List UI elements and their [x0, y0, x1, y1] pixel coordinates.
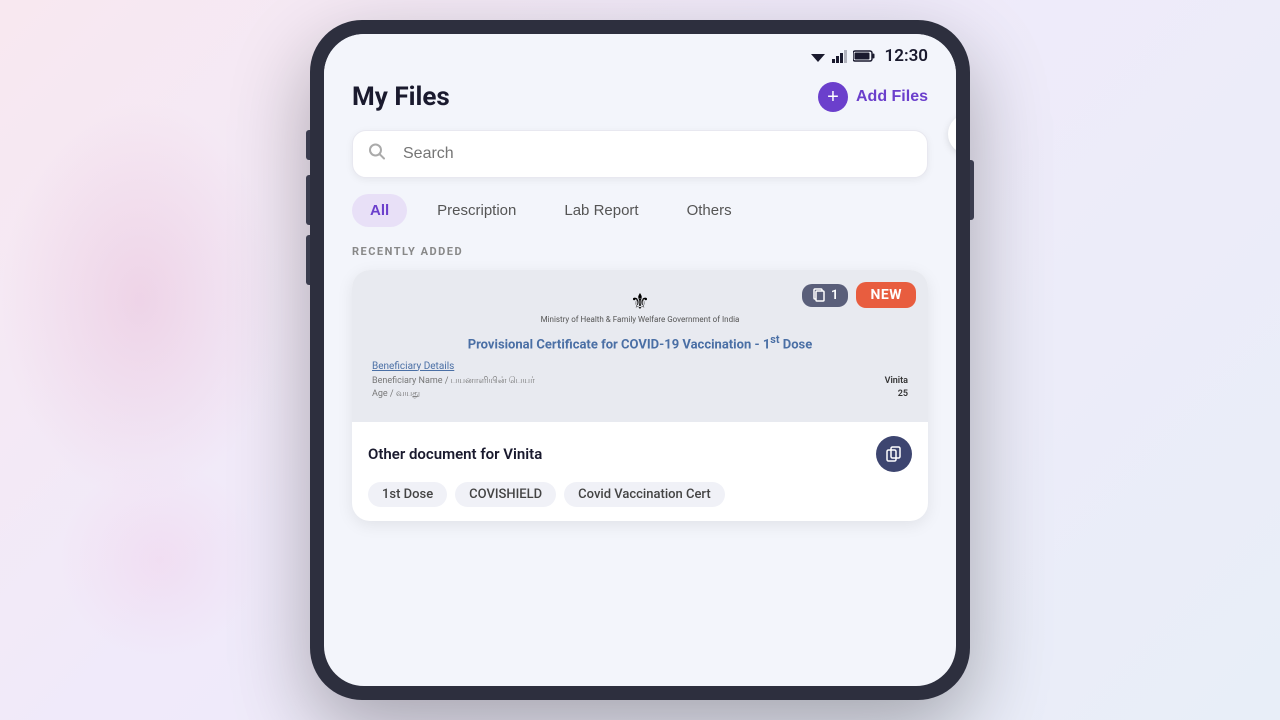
status-icons — [809, 49, 875, 63]
bg-decoration-left — [0, 100, 280, 500]
phone-screen: 12:30 My Files + Add Files — [324, 34, 956, 686]
filter-tab-others[interactable]: Others — [669, 194, 750, 227]
sort-filter-button[interactable] — [948, 114, 956, 154]
new-badge: NEW — [856, 282, 916, 308]
doc-info-header: Other document for Vinita — [368, 436, 912, 472]
filter-tab-all[interactable]: All — [352, 194, 407, 227]
filter-tabs: All Prescription Lab Report Others — [352, 194, 928, 227]
tag-1st-dose: 1st Dose — [368, 482, 447, 507]
tag-covishield: COVISHIELD — [455, 482, 556, 507]
add-files-label: Add Files — [856, 88, 928, 106]
battery-icon — [853, 50, 875, 62]
add-files-button[interactable]: + Add Files — [818, 82, 928, 112]
bg-decoration-bottom — [60, 460, 260, 660]
search-icon — [368, 143, 386, 166]
power-button — [970, 160, 974, 220]
doc-preview: 1 NEW ⚜ Ministry of Health & Family Welf… — [352, 270, 928, 422]
signal-icon — [832, 49, 848, 63]
volume-down-button — [306, 235, 310, 285]
copy-icon — [886, 446, 902, 462]
doc-info: Other document for Vinita 1st Dose COVIS… — [352, 422, 928, 521]
cert-title: Provisional Certificate for COVID-19 Vac… — [372, 333, 908, 352]
main-content: My Files + Add Files — [324, 74, 956, 686]
age-row: Age / வயது 25 — [372, 389, 908, 400]
age-value: 25 — [898, 389, 908, 400]
beneficiary-name-label: Beneficiary Name / பயனாளியின் பெயர் — [372, 376, 535, 387]
status-time: 12:30 — [885, 46, 928, 66]
doc-tags: 1st Dose COVISHIELD Covid Vaccination Ce… — [368, 482, 912, 507]
filter-tab-prescription[interactable]: Prescription — [419, 194, 534, 227]
ministry-name: Ministry of Health & Family Welfare Gove… — [541, 315, 740, 325]
tag-covid-cert: Covid Vaccination Cert — [564, 482, 725, 507]
pages-badge: 1 — [802, 284, 848, 307]
doc-title: Other document for Vinita — [368, 445, 542, 463]
copy-button[interactable] — [876, 436, 912, 472]
mute-button — [306, 130, 310, 160]
page-header: My Files + Add Files — [352, 82, 928, 112]
search-input[interactable] — [352, 130, 928, 178]
recently-added-label: RECENTLY ADDED — [352, 245, 928, 258]
beneficiary-name-row: Beneficiary Name / பயனாளியின் பெயர் Vini… — [372, 376, 908, 387]
volume-up-button — [306, 175, 310, 225]
pages-count: 1 — [831, 288, 838, 303]
filter-tab-lab-report[interactable]: Lab Report — [546, 194, 656, 227]
wifi-icon — [809, 49, 827, 63]
document-card[interactable]: 1 NEW ⚜ Ministry of Health & Family Welf… — [352, 270, 928, 521]
ministry-emblem: ⚜ — [630, 290, 650, 315]
page-title: My Files — [352, 82, 450, 112]
beneficiary-name-value: Vinita — [885, 376, 908, 387]
phone-frame: 12:30 My Files + Add Files — [310, 20, 970, 700]
doc-badges: 1 NEW — [802, 282, 916, 308]
pages-icon — [812, 288, 826, 302]
beneficiary-link: Beneficiary Details — [372, 361, 908, 372]
cert-details: Beneficiary Details Beneficiary Name / ப… — [372, 361, 908, 400]
status-bar: 12:30 — [324, 34, 956, 74]
age-label: Age / வயது — [372, 389, 420, 400]
add-icon: + — [818, 82, 848, 112]
search-container — [352, 130, 928, 178]
